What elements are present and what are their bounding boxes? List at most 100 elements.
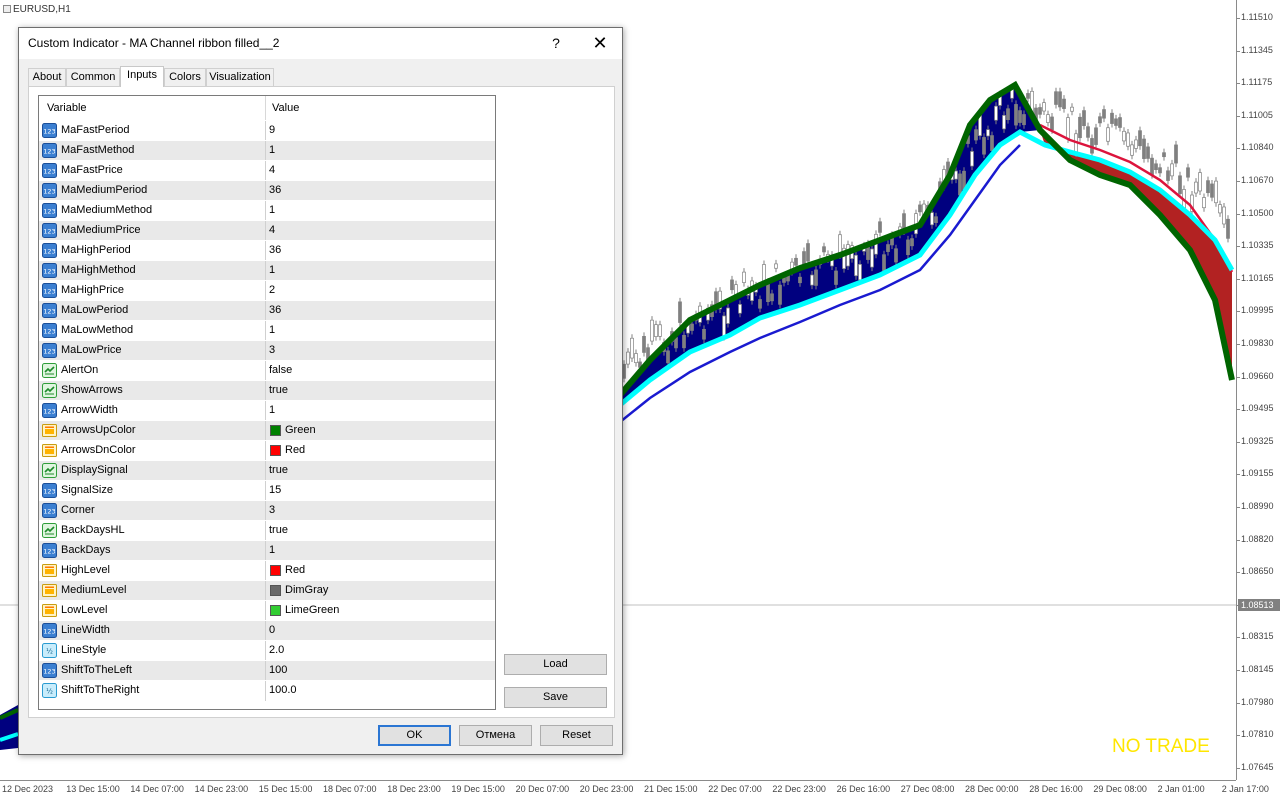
param-row-arrowsupcolor[interactable]: ArrowsUpColor Green (39, 420, 495, 441)
param-value[interactable]: 1 (269, 204, 275, 216)
param-row-showarrows[interactable]: ShowArrows true (39, 380, 495, 401)
param-value[interactable]: Red (285, 564, 305, 576)
param-row-mahighprice[interactable]: 123 MaHighPrice 2 (39, 280, 495, 301)
param-value[interactable]: 100 (269, 664, 287, 676)
param-row-lowlevel[interactable]: LowLevel LimeGreen (39, 600, 495, 621)
candle-body (626, 351, 630, 365)
param-row-displaysignal[interactable]: DisplaySignal true (39, 460, 495, 481)
int-icon: 123 (42, 323, 57, 338)
chart-symbol-label: EURUSD,H1 (3, 4, 71, 15)
param-value[interactable]: 4 (269, 164, 275, 176)
param-value[interactable]: 36 (269, 304, 281, 316)
param-row-backdayshl[interactable]: BackDaysHL true (39, 520, 495, 541)
color-swatch[interactable] (270, 605, 281, 616)
tab-common[interactable]: Common (66, 68, 120, 86)
param-value[interactable]: 4 (269, 224, 275, 236)
param-row-mahighmethod[interactable]: 123 MaHighMethod 1 (39, 260, 495, 281)
param-row-mamediumperiod[interactable]: 123 MaMediumPeriod 36 (39, 180, 495, 201)
param-value[interactable]: Green (285, 424, 316, 436)
param-row-mafastprice[interactable]: 123 MaFastPrice 4 (39, 160, 495, 181)
candle-body (814, 269, 818, 286)
param-value[interactable]: 0 (269, 624, 275, 636)
param-row-highlevel[interactable]: HighLevel Red (39, 560, 495, 581)
param-value[interactable]: 1 (269, 264, 275, 276)
close-button[interactable]: ✕ (589, 32, 611, 54)
column-divider[interactable] (265, 96, 266, 120)
param-row-mediumlevel[interactable]: MediumLevel DimGray (39, 580, 495, 601)
param-row-mafastmethod[interactable]: 123 MaFastMethod 1 (39, 140, 495, 161)
param-value[interactable]: 9 (269, 124, 275, 136)
param-name: MaFastPrice (61, 164, 123, 176)
param-row-arrowwidth[interactable]: 123 ArrowWidth 1 (39, 400, 495, 421)
param-value[interactable]: 1 (269, 324, 275, 336)
dialog-titlebar[interactable]: Custom Indicator - MA Channel ribbon fil… (19, 28, 622, 59)
cell-divider (265, 561, 266, 581)
candle-body (974, 129, 978, 141)
param-value[interactable]: 2.0 (269, 644, 284, 656)
param-row-corner[interactable]: 123 Corner 3 (39, 500, 495, 521)
param-value[interactable]: 1 (269, 544, 275, 556)
param-value[interactable]: true (269, 464, 288, 476)
param-value[interactable]: Red (285, 444, 305, 456)
color-swatch[interactable] (270, 585, 281, 596)
param-row-shifttotheright[interactable]: ½ ShiftToTheRight 100.0 (39, 680, 495, 701)
param-value[interactable]: DimGray (285, 584, 328, 596)
tab-inputs[interactable]: Inputs (120, 66, 164, 87)
color-swatch[interactable] (270, 425, 281, 436)
candle-body (1126, 132, 1130, 147)
column-header-variable[interactable]: Variable (47, 102, 87, 114)
param-row-linestyle[interactable]: ½ LineStyle 2.0 (39, 640, 495, 661)
candle-body (1206, 180, 1210, 194)
param-row-mamediummethod[interactable]: 123 MaMediumMethod 1 (39, 200, 495, 221)
param-row-mamediumprice[interactable]: 123 MaMediumPrice 4 (39, 220, 495, 241)
param-row-arrowsdncolor[interactable]: ArrowsDnColor Red (39, 440, 495, 461)
param-value[interactable]: 36 (269, 244, 281, 256)
param-value[interactable]: true (269, 384, 288, 396)
color-icon (42, 443, 57, 458)
reset-button[interactable]: Reset (540, 725, 613, 746)
tab-colors[interactable]: Colors (164, 68, 206, 86)
color-swatch[interactable] (270, 445, 281, 456)
color-swatch[interactable] (270, 565, 281, 576)
candle-body (1070, 106, 1074, 112)
cancel-button[interactable]: Отмена (459, 725, 532, 746)
help-button[interactable]: ? (546, 32, 566, 54)
load-button[interactable]: Load (504, 654, 607, 675)
grid-header: Variable Value (39, 96, 495, 120)
param-value[interactable]: true (269, 524, 288, 536)
price-tick-label: 1.11510 (1236, 12, 1273, 22)
color-icon (42, 423, 57, 438)
param-value[interactable]: 36 (269, 184, 281, 196)
double-icon: ½ (42, 683, 57, 698)
param-row-shifttotheleft[interactable]: 123 ShiftToTheLeft 100 (39, 660, 495, 681)
param-value[interactable]: 1 (269, 144, 275, 156)
param-row-alerton[interactable]: AlertOn false (39, 360, 495, 381)
tab-visualization[interactable]: Visualization (206, 68, 274, 86)
param-row-linewidth[interactable]: 123 LineWidth 0 (39, 620, 495, 641)
save-button[interactable]: Save (504, 687, 607, 708)
column-header-value[interactable]: Value (272, 102, 299, 114)
param-value[interactable]: 100.0 (269, 684, 297, 696)
param-row-mafastperiod[interactable]: 123 MaFastPeriod 9 (39, 120, 495, 141)
param-row-signalsize[interactable]: 123 SignalSize 15 (39, 480, 495, 501)
param-value[interactable]: 15 (269, 484, 281, 496)
param-value[interactable]: 1 (269, 404, 275, 416)
param-value[interactable]: 2 (269, 284, 275, 296)
time-scale[interactable]: 12 Dec 2023 13 Dec 15:00 14 Dec 07:00 14 De… (0, 780, 1269, 800)
double-icon: ½ (42, 643, 57, 658)
price-scale[interactable]: 1.11510 1.11345 1.11175 1.11005 1.10840 1.106… (1235, 0, 1280, 780)
candle-body (930, 212, 934, 226)
tab-about[interactable]: About (28, 68, 66, 86)
param-row-malowperiod[interactable]: 123 MaLowPeriod 36 (39, 300, 495, 321)
param-value[interactable]: false (269, 364, 292, 376)
param-row-malowmethod[interactable]: 123 MaLowMethod 1 (39, 320, 495, 341)
param-row-backdays[interactable]: 123 BackDays 1 (39, 540, 495, 561)
int-icon: 123 (42, 123, 57, 138)
param-row-malowprice[interactable]: 123 MaLowPrice 3 (39, 340, 495, 361)
param-value[interactable]: 3 (269, 344, 275, 356)
param-value[interactable]: 3 (269, 504, 275, 516)
chart-menu-icon[interactable] (3, 5, 11, 13)
param-row-mahighperiod[interactable]: 123 MaHighPeriod 36 (39, 240, 495, 261)
ok-button[interactable]: OK (378, 725, 451, 746)
param-value[interactable]: LimeGreen (285, 604, 339, 616)
